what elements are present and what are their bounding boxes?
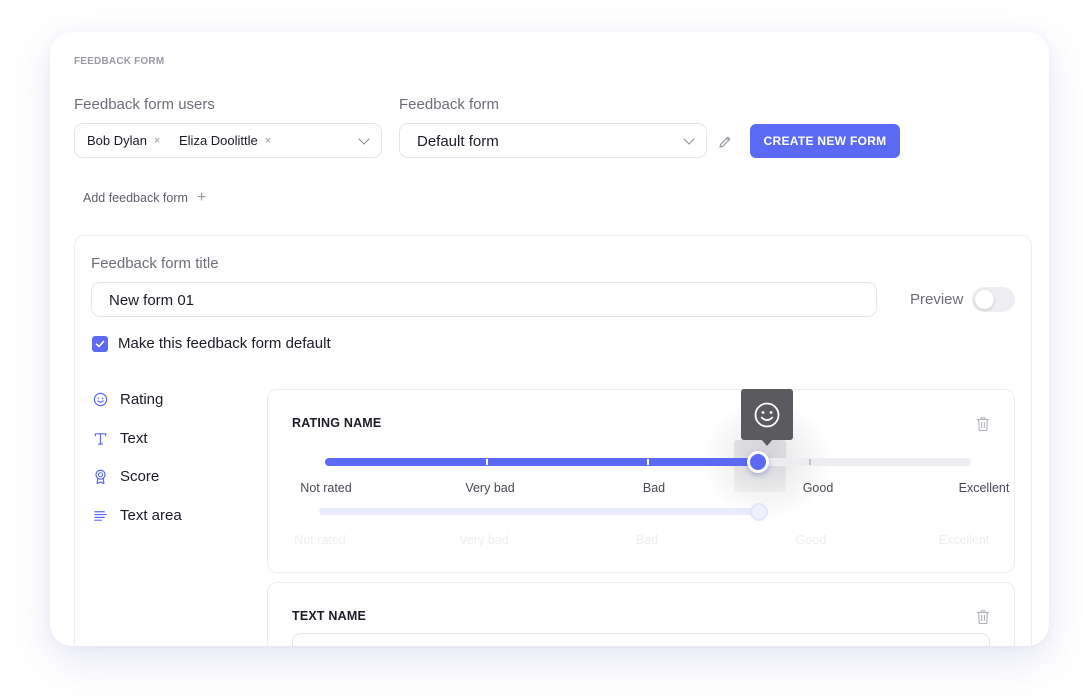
remove-chip-icon[interactable]: × [265, 135, 271, 147]
trash-icon[interactable] [976, 609, 990, 625]
form-select-label: Feedback form [399, 96, 500, 113]
section-label: FEEDBACK FORM [74, 56, 165, 67]
form-select[interactable]: Default form [399, 123, 707, 158]
scale-label: Excellent [958, 481, 1010, 495]
scale-label: Bad [642, 481, 666, 495]
tool-item-label: Score [120, 468, 160, 485]
award-icon [92, 469, 108, 485]
feedback-form-card: FEEDBACK FORM Feedback form users Bob Dy… [50, 32, 1049, 646]
tool-item-label: Text area [120, 507, 182, 524]
default-checkbox[interactable] [92, 336, 108, 352]
rating-slider-track[interactable] [325, 458, 971, 466]
rating-tooltip [741, 389, 793, 446]
slider-tick [485, 459, 488, 465]
form-editor-panel: Feedback form title New form 01 Preview … [74, 235, 1032, 646]
form-select-value: Default form [417, 133, 499, 150]
ghost-track [319, 508, 759, 515]
smiley-icon [92, 392, 108, 408]
default-checkbox-label: Make this feedback form default [118, 335, 331, 352]
text-t-icon [92, 431, 108, 447]
ghost-scale-label: Bad [635, 533, 659, 547]
tool-item-rating[interactable]: Rating [92, 391, 163, 408]
plus-icon: + [196, 189, 207, 206]
ghost-scale-label: Excellent [938, 533, 990, 547]
trash-icon[interactable] [976, 416, 990, 432]
text-lines-icon [92, 508, 108, 524]
scale-label: Not rated [300, 481, 352, 495]
ghost-scale-label: Very bad [459, 533, 509, 547]
form-title-value: New form 01 [109, 292, 195, 309]
tool-item-text-area[interactable]: Text area [92, 507, 182, 524]
tool-item-label: Text [120, 430, 148, 447]
form-title-label: Feedback form title [91, 255, 219, 272]
add-feedback-form-link[interactable]: Add feedback form + [83, 189, 206, 207]
user-chip-label: Eliza Doolittle [179, 133, 258, 148]
tool-item-text[interactable]: Text [92, 430, 148, 447]
scale-label: Good [802, 481, 834, 495]
ghost-slider-thumb [750, 503, 768, 521]
create-new-form-button[interactable]: CREATE NEW FORM [750, 124, 900, 158]
slider-tick [808, 459, 811, 465]
rating-slider-thumb[interactable] [746, 451, 769, 473]
remove-chip-icon[interactable]: × [154, 135, 160, 147]
rating-block-title: RATING NAME [292, 416, 382, 430]
users-multiselect[interactable]: Bob Dylan × Eliza Doolittle × [74, 123, 382, 158]
user-chip: Eliza Doolittle × [179, 133, 271, 148]
users-label: Feedback form users [74, 96, 215, 113]
preview-label: Preview [910, 291, 964, 308]
tool-item-score[interactable]: Score [92, 468, 159, 485]
form-title-input[interactable]: New form 01 [91, 282, 877, 317]
rating-block: RATING NAME Not rated Very bad Bad Good Exce… [267, 389, 1015, 573]
text-block-title: TEXT NAME [292, 609, 367, 623]
tool-item-label: Rating [120, 391, 164, 408]
rating-slider-fill [325, 458, 758, 466]
smiley-icon [754, 402, 780, 427]
add-feedback-form-label: Add feedback form [83, 191, 188, 205]
ghost-scale-label: Good [795, 533, 827, 547]
text-block: TEXT NAME [267, 582, 1015, 646]
preview-toggle[interactable] [972, 287, 1015, 312]
chevron-down-icon[interactable] [358, 133, 370, 145]
toggle-knob [975, 290, 994, 309]
chevron-down-icon[interactable] [683, 133, 695, 145]
pencil-icon[interactable] [717, 134, 733, 150]
user-chip-label: Bob Dylan [87, 133, 147, 148]
checkmark-icon [95, 340, 105, 348]
slider-tick [647, 459, 649, 465]
scale-label: Very bad [465, 481, 515, 495]
user-chip: Bob Dylan × [87, 133, 160, 148]
ghost-scale-label: Not rated [294, 533, 346, 547]
text-name-input[interactable] [292, 633, 990, 646]
